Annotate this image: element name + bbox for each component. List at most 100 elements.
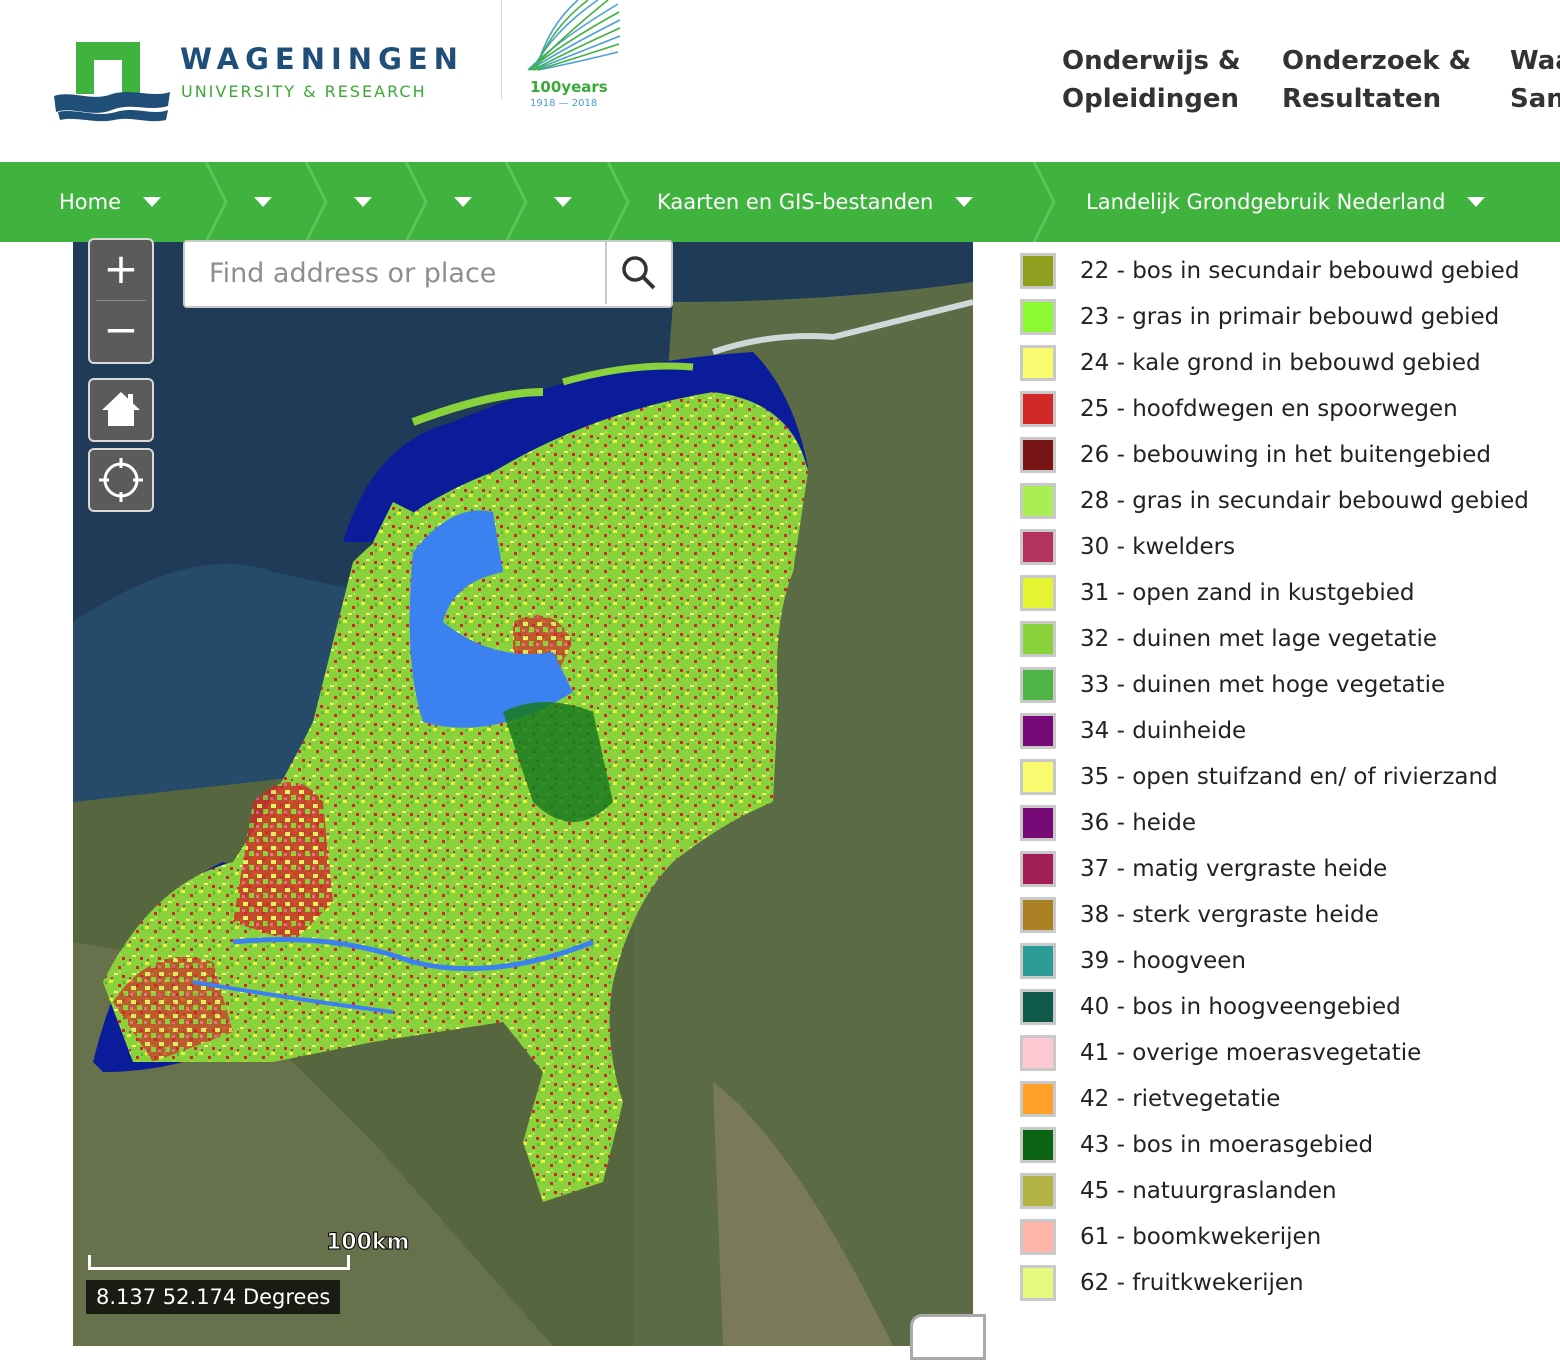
- nav-label-line2: San: [1510, 84, 1560, 114]
- nav-label-line2: Opleidingen: [1062, 84, 1239, 114]
- legend-swatch: [1020, 1081, 1056, 1117]
- legend-swatch: [1020, 943, 1056, 979]
- legend-swatch: [1020, 345, 1056, 381]
- anniversary-years: 1918 — 2018: [530, 98, 598, 109]
- legend-swatch: [1020, 529, 1056, 565]
- breadcrumb-separator-icon: [204, 162, 228, 242]
- legend-label: 36 - heide: [1080, 810, 1197, 836]
- site-header: WAGENINGEN UNIVERSITY & RESEARCH 100year…: [0, 0, 1560, 162]
- legend-swatch: [1020, 713, 1056, 749]
- legend-label: 41 - overige moerasvegetatie: [1080, 1040, 1422, 1066]
- legend-label: 31 - open zand in kustgebied: [1080, 580, 1415, 606]
- legend-swatch: [1020, 1219, 1056, 1255]
- breadcrumb-label: Kaarten en GIS-bestanden: [657, 190, 934, 214]
- chevron-down-icon[interactable]: [554, 197, 572, 207]
- legend-label: 32 - duinen met lage vegetatie: [1080, 626, 1437, 652]
- scale-label: 100km: [325, 1230, 410, 1256]
- header-divider: [501, 0, 502, 100]
- breadcrumb-label: Landelijk Grondgebruik Nederland: [1086, 190, 1446, 214]
- legend-label: 25 - hoofdwegen en spoorwegen: [1080, 396, 1458, 422]
- legend-label: 61 - boomkwekerijen: [1080, 1224, 1322, 1250]
- legend-label: 37 - matig vergraste heide: [1080, 856, 1388, 882]
- breadcrumb-label: Home: [59, 190, 122, 214]
- anniversary-label: 100years: [530, 78, 608, 96]
- nav-onderzoek[interactable]: Onderzoek & Resultaten: [1282, 42, 1471, 118]
- crosshair-icon: [99, 458, 143, 502]
- map-canvas[interactable]: [73, 242, 973, 1346]
- breadcrumb-home[interactable]: Home: [59, 162, 162, 242]
- legend-item: 26 - bebouwing in het buitengebied: [1020, 432, 1491, 478]
- breadcrumb: Home Kaarten en GIS-bestanden Landelijk …: [0, 162, 1560, 242]
- legend-label: 38 - sterk vergraste heide: [1080, 902, 1379, 928]
- legend-item: 41 - overige moerasvegetatie: [1020, 1030, 1421, 1076]
- legend-item: 34 - duinheide: [1020, 708, 1246, 754]
- locate-button[interactable]: [88, 448, 154, 512]
- legend-item: 45 - natuurgraslanden: [1020, 1168, 1337, 1214]
- search-input[interactable]: [185, 242, 611, 304]
- wur-logo[interactable]: [52, 40, 172, 122]
- chevron-down-icon[interactable]: [143, 197, 162, 207]
- map-search: [183, 240, 673, 308]
- legend-swatch: [1020, 851, 1056, 887]
- legend-swatch: [1020, 897, 1056, 933]
- legend-label: 24 - kale grond in bebouwd gebied: [1080, 350, 1481, 376]
- legend-item: 38 - sterk vergraste heide: [1020, 892, 1379, 938]
- legend-item: 43 - bos in moerasgebied: [1020, 1122, 1373, 1168]
- nav-label-line2: Resultaten: [1282, 84, 1442, 114]
- chevron-down-icon[interactable]: [1467, 197, 1486, 207]
- breadcrumb-kaarten[interactable]: Kaarten en GIS-bestanden: [657, 162, 974, 242]
- legend-label: 40 - bos in hoogveengebied: [1080, 994, 1401, 1020]
- breadcrumb-item-4[interactable]: [432, 162, 472, 242]
- legend-item: 37 - matig vergraste heide: [1020, 846, 1387, 892]
- legend-swatch: [1020, 667, 1056, 703]
- home-icon: [102, 392, 140, 426]
- legend-label: 33 - duinen met hoge vegetatie: [1080, 672, 1446, 698]
- overview-toggle-button[interactable]: [910, 1314, 986, 1360]
- coordinate-readout: 8.137 52.174 Degrees: [86, 1280, 341, 1314]
- legend-swatch: [1020, 391, 1056, 427]
- breadcrumb-item-3[interactable]: [332, 162, 372, 242]
- brand-name: WAGENINGEN: [180, 42, 464, 76]
- search-button[interactable]: [605, 242, 671, 304]
- legend-swatch: [1020, 483, 1056, 519]
- legend-swatch: [1020, 575, 1056, 611]
- legend-swatch: [1020, 759, 1056, 795]
- legend-item: 40 - bos in hoogveengebied: [1020, 984, 1401, 1030]
- legend-item: 22 - bos in secundair bebouwd gebied: [1020, 248, 1519, 294]
- breadcrumb-separator-icon: [304, 162, 328, 242]
- legend-label: 45 - natuurgraslanden: [1080, 1178, 1337, 1204]
- legend-swatch: [1020, 989, 1056, 1025]
- legend-item: 25 - hoofdwegen en spoorwegen: [1020, 386, 1458, 432]
- nav-waardecreatie[interactable]: Waa San: [1510, 42, 1560, 118]
- legend-label: 28 - gras in secundair bebouwd gebied: [1080, 488, 1529, 514]
- legend-item: 61 - boomkwekerijen: [1020, 1214, 1321, 1260]
- scale-bar: [88, 1255, 350, 1270]
- chevron-down-icon[interactable]: [454, 197, 472, 207]
- chevron-down-icon[interactable]: [955, 197, 974, 207]
- legend-swatch: [1020, 437, 1056, 473]
- breadcrumb-grondgebruik[interactable]: Landelijk Grondgebruik Nederland: [1086, 162, 1486, 242]
- nav-onderwijs[interactable]: Onderwijs & Opleidingen: [1062, 42, 1241, 118]
- zoom-in-button[interactable]: +: [90, 240, 152, 300]
- map-view[interactable]: [73, 242, 973, 1346]
- legend-swatch: [1020, 299, 1056, 335]
- legend-label: 62 - fruitkwekerijen: [1080, 1270, 1304, 1296]
- search-icon: [622, 256, 656, 290]
- home-button[interactable]: [88, 378, 154, 442]
- breadcrumb-item-2[interactable]: [232, 162, 272, 242]
- legend-item: 32 - duinen met lage vegetatie: [1020, 616, 1437, 662]
- legend-swatch: [1020, 253, 1056, 289]
- brand-subtitle: UNIVERSITY & RESEARCH: [181, 82, 427, 101]
- legend-label: 35 - open stuifzand en/ of rivierzand: [1080, 764, 1498, 790]
- zoom-out-button[interactable]: −: [90, 301, 152, 361]
- legend-swatch: [1020, 1265, 1056, 1301]
- legend-label: 23 - gras in primair bebouwd gebied: [1080, 304, 1500, 330]
- legend-item: 36 - heide: [1020, 800, 1196, 846]
- chevron-down-icon[interactable]: [354, 197, 372, 207]
- chevron-down-icon[interactable]: [254, 197, 272, 207]
- nav-label-line1: Waa: [1510, 46, 1560, 76]
- breadcrumb-separator-icon: [606, 162, 630, 242]
- anniversary-leaf-icon: [527, 0, 621, 71]
- legend-swatch: [1020, 1173, 1056, 1209]
- breadcrumb-item-5[interactable]: [532, 162, 572, 242]
